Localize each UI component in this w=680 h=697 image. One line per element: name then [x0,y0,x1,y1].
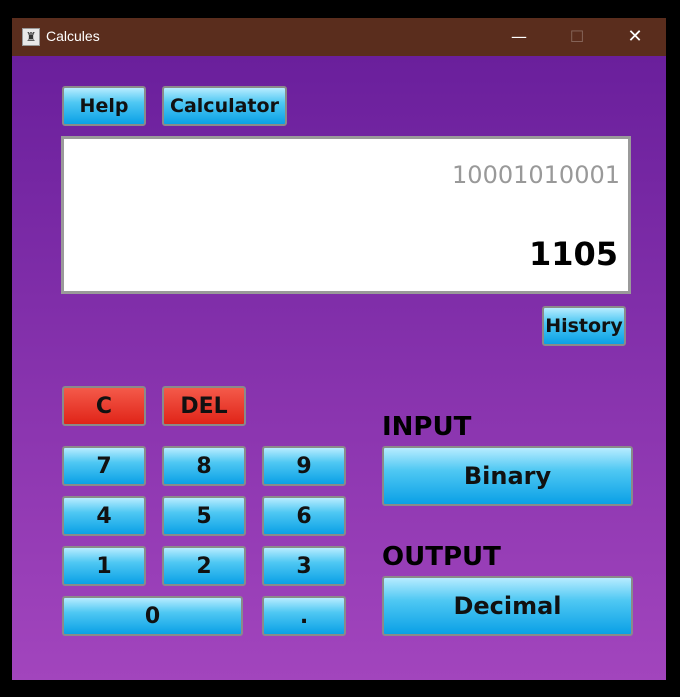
title-bar: ♜ Calcules — ☐ ✕ [12,18,666,56]
key-4[interactable]: 4 [62,496,146,536]
delete-button[interactable]: DEL [162,386,246,426]
app-window: ♜ Calcules — ☐ ✕ Help Calculator 1000101… [12,18,666,680]
window-title: Calcules [46,28,100,44]
input-base-button[interactable]: Binary [382,446,633,506]
key-3[interactable]: 3 [262,546,346,586]
key-8[interactable]: 8 [162,446,246,486]
output-label: OUTPUT [382,542,501,572]
close-button[interactable]: ✕ [612,18,658,56]
display-panel: 10001010001 1105 [61,136,631,294]
key-1[interactable]: 1 [62,546,146,586]
key-0[interactable]: 0 [62,596,243,636]
maximize-button[interactable]: ☐ [554,18,600,56]
calculator-button[interactable]: Calculator [162,86,287,126]
history-button[interactable]: History [542,306,626,346]
key-6[interactable]: 6 [262,496,346,536]
key-5[interactable]: 5 [162,496,246,536]
calculator-body: Help Calculator 10001010001 1105 History… [12,56,666,680]
input-label: INPUT [382,412,472,442]
key-2[interactable]: 2 [162,546,246,586]
key-7[interactable]: 7 [62,446,146,486]
help-button[interactable]: Help [62,86,146,126]
key-decimal-point[interactable]: . [262,596,346,636]
display-result: 1105 [528,235,618,273]
app-icon: ♜ [22,28,40,46]
key-9[interactable]: 9 [262,446,346,486]
clear-button[interactable]: C [62,386,146,426]
minimize-button[interactable]: — [496,18,542,56]
output-base-button[interactable]: Decimal [382,576,633,636]
display-expression: 10001010001 [452,161,620,189]
